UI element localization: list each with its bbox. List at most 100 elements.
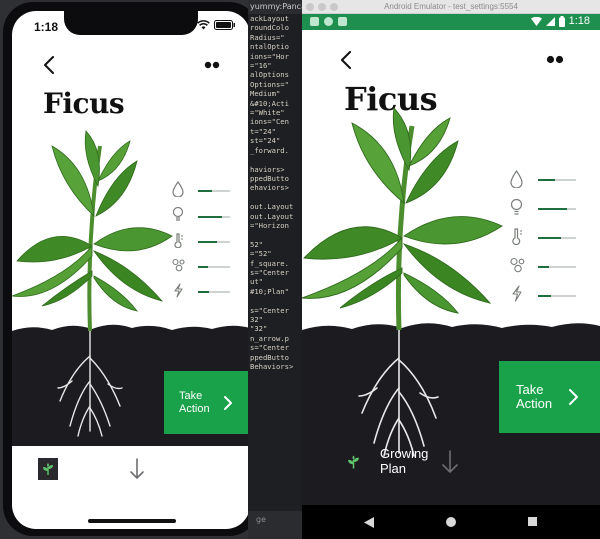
editor-tab[interactable]: yummy:Pancake [248,0,310,14]
nav-recent-apps-icon[interactable] [528,517,537,526]
editor-code-line: roundColo [250,23,289,33]
light-level-bar [538,208,576,210]
code-editor-strip: yummy:Pancake ackLayout roundColo Radius="… [248,0,310,539]
plant-title: Ficus [43,87,125,120]
more-options-icon[interactable] [546,55,564,64]
editor-status-text: ge [248,511,310,539]
notification-icon [310,17,319,26]
editor-code-line: haviors> [250,164,285,174]
water-level-bar [198,190,230,192]
water-drop-icon [510,170,523,188]
light-bulb-icon [510,198,523,215]
editor-code-line: Medium" [250,89,281,99]
cellular-signal-icon [545,16,555,26]
back-chevron-icon[interactable] [340,51,352,69]
back-chevron-icon[interactable] [43,56,55,74]
light-level-bar [198,216,230,218]
editor-code-line [250,230,293,239]
arrow-down-icon [130,458,144,479]
light-level-fill [198,216,222,218]
growing-plan-label-line2: Plan [75,469,98,481]
editor-code-line: ut" [250,277,263,287]
editor-code-line: t="24" [250,126,276,136]
sprout-icon [347,455,359,469]
growing-plan-button[interactable]: Growing Plan [342,446,459,478]
energy-level-bar [198,291,230,293]
editor-code-line [250,193,293,202]
growing-plan-button[interactable]: Growing Plan [38,454,144,484]
editor-code-line: ppedButto [250,352,289,362]
energy-level-fill [198,291,210,293]
notification-icon [324,17,333,26]
editor-code-line [250,155,293,164]
temperature-level-bar [538,237,576,239]
ios-screen: 1:18 Ficus Take Action Growing Plan [12,11,250,529]
growing-plan-label-line1: Growing [75,456,116,469]
water-level-fill [198,190,213,192]
sprout-icon [43,463,53,475]
editor-code-line: n_arrow.p [250,333,289,343]
take-action-label-line1: Take [516,381,544,397]
editor-code-line: Behaviors> [250,362,294,372]
growing-plan-label-line2: Plan [380,461,407,476]
wifi-icon [530,16,542,26]
editor-code-line: out.Layout [250,202,294,212]
nav-home-icon[interactable] [446,517,456,527]
nutrients-level-bar [198,266,230,268]
ios-status-time: 1:18 [34,20,59,34]
water-level-bar [538,179,576,181]
editor-code-text: ackLayout roundColo Radius=" ntalOptio ions=… [250,14,293,371]
editor-code-line: s="Center [250,305,289,315]
nutrients-level-bar [538,266,576,268]
android-status-time: 1:18 [568,15,590,27]
editor-code-line: &#10;Acti [250,98,289,108]
editor-code-line: f_square. [250,258,289,268]
take-action-button[interactable]: Take Action [499,361,600,433]
editor-code-line [250,296,293,305]
android-status-bar: 1:18 [302,14,600,30]
editor-code-line: Options=" [250,79,289,89]
growing-plan-label-line1: Growing [380,446,429,462]
light-level-fill [538,208,567,210]
editor-code-line: ions="Cen [250,117,289,127]
editor-code-line: 32" [250,315,263,324]
notification-icon [338,17,347,26]
editor-code-line: s="Center [250,267,289,277]
editor-code-line: ehaviors> [250,183,289,193]
thermometer-icon [174,233,183,248]
ios-notch [64,11,198,35]
android-navigation-bar [302,505,600,539]
growing-plan-label: Growing Plan [75,456,116,481]
take-action-label-line2: Action [179,402,210,415]
take-action-label-line1: Take [179,390,203,403]
editor-code-line: ="White" [250,108,285,118]
more-options-icon[interactable] [204,61,220,69]
editor-code-line: ="16" [250,61,272,71]
editor-code-line: _forward. [250,145,289,155]
energy-level-bar [538,295,576,297]
light-bulb-icon [172,206,184,221]
take-action-label-line2: Action [516,396,553,411]
android-status-icons: 1:18 [530,15,590,27]
editor-code-line: 52" [250,239,263,249]
android-notification-icons [310,17,347,26]
emulator-window-title: Android Emulator - test_settings:5554 [384,2,518,11]
battery-icon [214,20,235,30]
take-action-button[interactable]: Take Action [164,371,250,434]
growing-plan-icon-box [342,450,364,474]
ios-home-indicator[interactable] [88,519,176,523]
nutrients-level-fill [538,266,550,268]
nav-back-icon[interactable] [364,517,374,528]
energy-level-fill [538,295,552,297]
wifi-icon [197,20,210,30]
take-action-label: Take Action [516,381,553,412]
energy-icon [512,285,522,302]
arrow-down-icon [442,450,459,473]
growing-plan-label: Growing Plan [380,446,429,477]
editor-code-line: s="Center [250,343,289,353]
ios-simulator: 1:18 Ficus Take Action Growing Plan [0,0,262,539]
editor-code-line: ackLayout [250,14,289,23]
water-level-fill [538,179,556,181]
editor-code-line: ntalOptio [250,42,289,52]
temperature-level-bar [198,241,230,243]
